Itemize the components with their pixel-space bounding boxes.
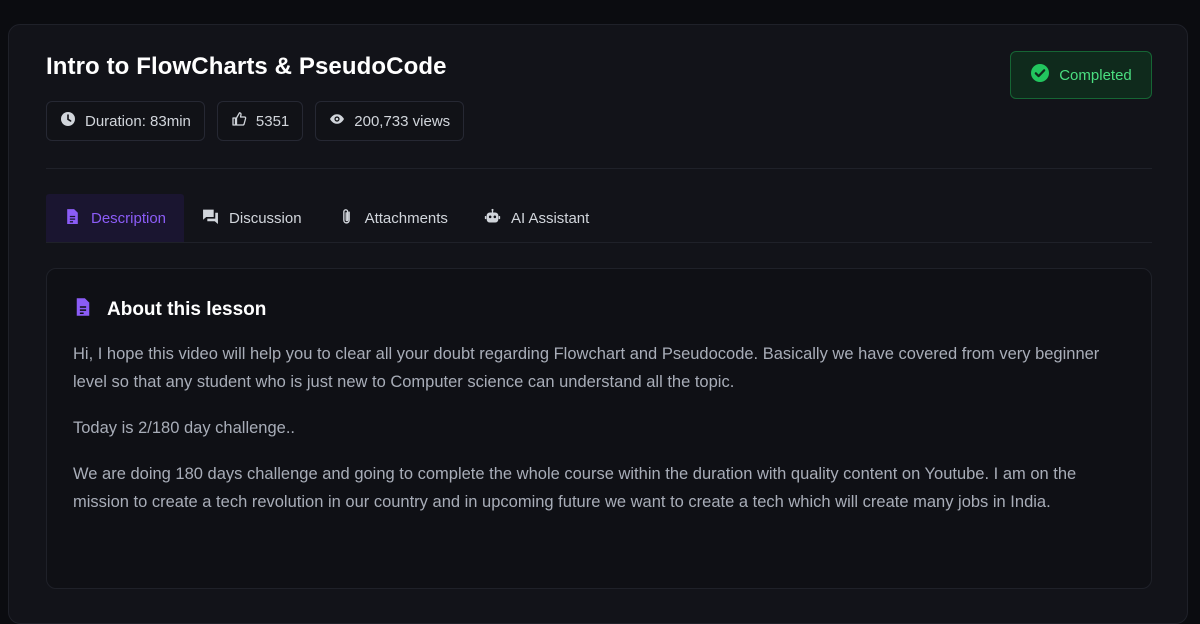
thumbs-up-icon (231, 111, 247, 131)
lesson-card: Intro to FlowCharts & PseudoCode Complet… (8, 24, 1188, 624)
header-divider (46, 168, 1152, 169)
paperclip-icon (338, 208, 355, 229)
tab-label: Description (91, 209, 167, 227)
clock-icon (60, 111, 76, 131)
lesson-title: Intro to FlowCharts & PseudoCode (46, 53, 447, 80)
lesson-stats: Duration: 83min 5351 200,733 views (46, 101, 465, 141)
likes-count: 5351 (255, 112, 290, 130)
completed-status-button[interactable]: Completed (1010, 51, 1152, 99)
tab-ai-assistant[interactable]: AI Assistant (466, 194, 607, 242)
description-paragraph: Today is 2/180 day challenge.. (73, 419, 295, 437)
tab-label: AI Assistant (510, 209, 590, 227)
duration-stat: Duration: 83min (46, 101, 205, 141)
chat-icon (202, 208, 219, 229)
lesson-tabs: Description Discussion Attachments AI As… (46, 194, 1152, 243)
status-label: Completed (1059, 66, 1132, 84)
description-heading: About this lesson (107, 298, 267, 320)
robot-icon (484, 208, 501, 229)
description-header: About this lesson (73, 297, 1125, 322)
document-icon (64, 208, 81, 229)
description-paragraph: We are doing 180 days challenge and goin… (73, 465, 1077, 511)
tab-attachments[interactable]: Attachments (320, 194, 466, 242)
tab-label: Attachments (364, 209, 448, 227)
views-count: 200,733 views (354, 112, 451, 130)
duration-text: Duration: 83min (85, 112, 191, 130)
description-panel: About this lesson Hi, I hope this video … (46, 268, 1152, 589)
tab-discussion[interactable]: Discussion (184, 194, 320, 242)
likes-stat[interactable]: 5351 (216, 101, 304, 141)
document-icon (73, 297, 93, 322)
description-paragraph: Hi, I hope this video will help you to c… (73, 345, 1100, 391)
tab-description[interactable]: Description (46, 194, 185, 242)
eye-icon (329, 111, 345, 131)
tab-label: Discussion (229, 209, 302, 227)
check-circle-icon (1030, 63, 1050, 87)
views-stat: 200,733 views (315, 101, 465, 141)
